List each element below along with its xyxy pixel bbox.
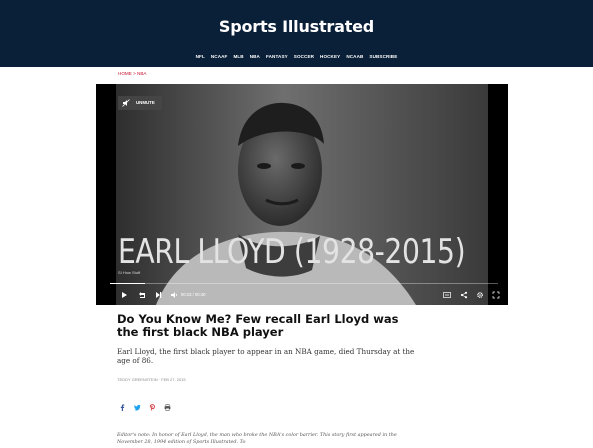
article-headline: Do You Know Me? Few recall Earl Lloyd wa…: [117, 312, 399, 339]
unmute-label: UNMUTE: [136, 100, 155, 105]
muted-speaker-icon: [122, 99, 130, 107]
video-progress-fill: [110, 283, 145, 284]
video-progress-track[interactable]: [110, 283, 498, 284]
play-icon[interactable]: [121, 291, 128, 299]
video-overlay-subtitle: SI How Stuff: [118, 270, 141, 275]
pinterest-icon[interactable]: [149, 404, 156, 411]
breadcrumb-home[interactable]: HOME: [118, 71, 132, 76]
twitter-icon[interactable]: [134, 404, 141, 411]
nav-item-subscribe[interactable]: SUBSCRIBE: [369, 54, 397, 59]
article-dek: Earl Lloyd, the first black player to ap…: [117, 347, 415, 365]
nav-item-soccer[interactable]: SOCCER: [294, 54, 314, 59]
site-header: Sports Illustrated NFL NCAAF MLB NBA FAN…: [0, 0, 593, 67]
nav-item-ncaaf[interactable]: NCAAF: [211, 54, 228, 59]
share-video-icon[interactable]: [460, 291, 468, 299]
print-icon[interactable]: [164, 404, 171, 411]
video-time: 00:23 / 00:40: [181, 292, 206, 297]
nav-item-fantasy[interactable]: FANTASY: [266, 54, 288, 59]
editor-note: Editor's note: In honor of Earl Lloyd, t…: [117, 432, 397, 445]
nav-item-mlb[interactable]: MLB: [233, 54, 243, 59]
nav-item-nfl[interactable]: NFL: [196, 54, 205, 59]
facebook-icon[interactable]: [119, 404, 126, 411]
fullscreen-icon[interactable]: [492, 291, 500, 299]
next-icon[interactable]: [155, 291, 162, 299]
share-bar: [119, 404, 171, 411]
main-nav: NFL NCAAF MLB NBA FANTASY SOCCER HOCKEY …: [0, 54, 593, 59]
video-overlay-title: EARL LLOYD (1928-2015): [118, 232, 466, 272]
article-byline: TEDDY GREENSTEIN · FEB 27, 2015: [117, 377, 186, 382]
nav-item-nba[interactable]: NBA: [250, 54, 260, 59]
rewind-icon[interactable]: [138, 291, 146, 299]
breadcrumb-section[interactable]: NBA: [137, 71, 146, 76]
site-logo[interactable]: Sports Illustrated: [0, 17, 593, 36]
captions-icon[interactable]: [443, 291, 451, 299]
nav-item-ncaab[interactable]: NCAAB: [346, 54, 363, 59]
unmute-button[interactable]: UNMUTE: [118, 96, 162, 110]
settings-gear-icon[interactable]: [476, 291, 484, 299]
nav-item-hockey[interactable]: HOCKEY: [320, 54, 340, 59]
breadcrumb-separator: >: [133, 71, 136, 76]
breadcrumb: HOME > NBA: [118, 71, 146, 76]
volume-icon[interactable]: [170, 291, 178, 299]
